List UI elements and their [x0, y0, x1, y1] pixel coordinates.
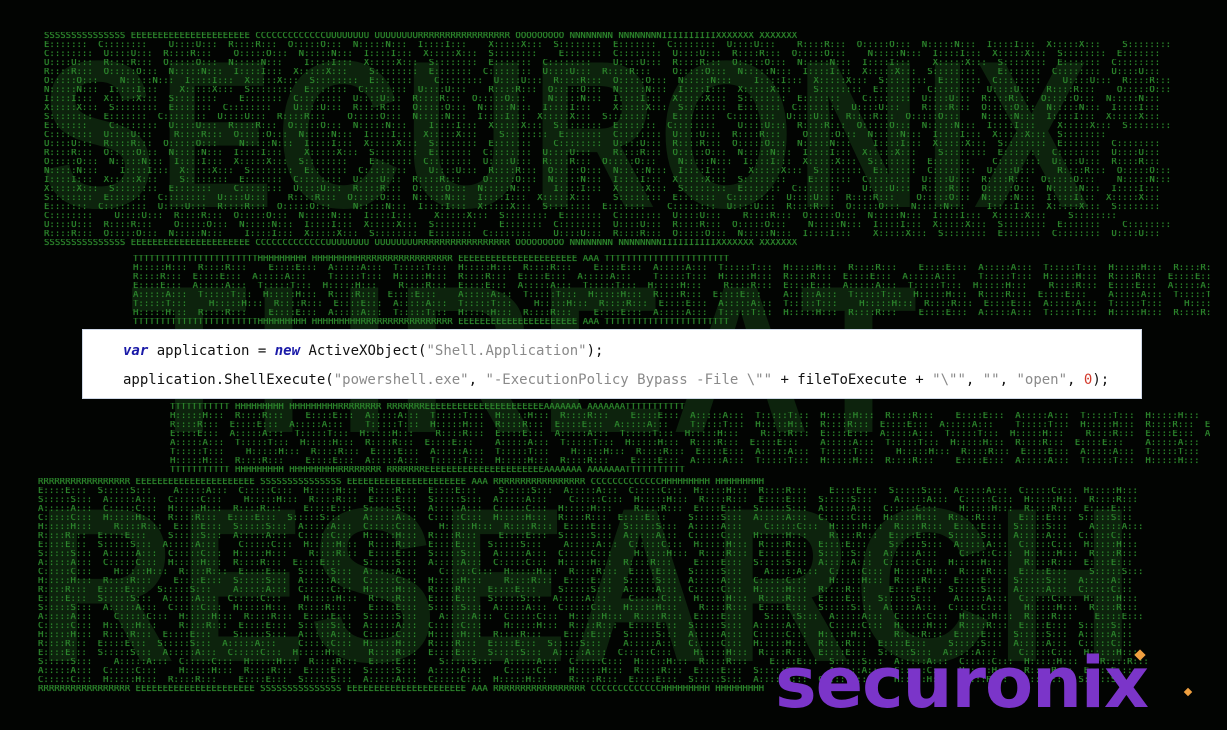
ascii-art-line: R::::R::: E::::E::: S:::::S::: A:::::A::…	[38, 532, 1155, 541]
ascii-art-line: N:::::N::: I::::I::: X:::::X::: S:::::::…	[44, 167, 1182, 176]
ascii-art-line: C:::::::: U::::U::: R::::R::: O:::::O:::…	[44, 212, 1128, 221]
code-string: "-ExecutionPolicy Bypass -File \""	[485, 372, 773, 388]
ascii-art-line: E::::::: C:::::::: U::::U::: R::::R::: O…	[44, 41, 1182, 50]
ascii-art-line: X:::::X::: S:::::::: E::::::: C:::::::: …	[44, 185, 1182, 194]
ascii-art-line: N:::::N::: I::::I::: X:::::X::: S:::::::…	[44, 86, 1182, 95]
ascii-art-line: S:::::::: E::::::: C:::::::: U::::U::: R…	[44, 113, 1172, 122]
ascii-art-line: A:::::A::: C:::::C::: H:::::H::: R::::R:…	[38, 559, 1144, 568]
ascii-art-line: A:::::A::: T:::::T::: H:::::H::: R::::R:…	[133, 291, 1210, 300]
ascii-art-line: RRRRRRRRRRRRRRRRR EEEEEEEEEEEEEEEEEEEEEE…	[38, 478, 765, 487]
ascii-art-line: T:::::T::: H:::::H::: R::::R::: E::::E::…	[133, 300, 1210, 309]
ascii-art-line: H:::::H::: R::::R::: E::::E::: S:::::S::…	[38, 577, 1155, 586]
code-text: application =	[148, 343, 275, 359]
ascii-art-line: C:::::C::: H:::::H::: R::::R::: E::::E::…	[38, 568, 1155, 577]
code-string: "Shell.Application"	[426, 343, 587, 359]
ascii-art-line: I::::I::: X:::::X::: S:::::::: E::::::: …	[44, 95, 1182, 104]
ascii-art-line: E::::::: C:::::::: U::::U::: R::::R::: O…	[44, 122, 1182, 131]
code-text: );	[1092, 372, 1110, 388]
ascii-art-line: S:::::::: E::::::: C:::::::: U::::U::: R…	[44, 194, 1172, 203]
ascii-art-line: S:::::S::: A:::::A::: C:::::C::: H:::::H…	[38, 550, 1149, 559]
ascii-art-line: X:::::X::: S:::::::: E::::::: C:::::::: …	[44, 104, 1172, 113]
ascii-art-line: R::::R::: E::::E::: A:::::A::: T:::::T::…	[133, 273, 1210, 282]
code-text: application.ShellExecute(	[123, 372, 334, 388]
ascii-art-line: C:::::::: U::::U::: R::::R::: O:::::O:::…	[44, 131, 1128, 140]
ascii-art-line: H:::::H::: R::::R::: E::::E::: A:::::A::…	[133, 309, 1210, 318]
code-keyword-var: var	[123, 343, 149, 359]
ascii-art-line: E::::E::: S:::::S::: A:::::A::: C:::::C:…	[38, 541, 1149, 550]
ascii-art-line: TTTTTTTTTTTTTTTTTTTTTTTHHHHHHHHH HHHHHHH…	[133, 318, 730, 327]
logo-spark-icon	[1183, 687, 1193, 697]
ascii-art-line: SSSSSSSSSSSSSSS EEEEEEEEEEEEEEEEEEEEEE C…	[44, 32, 798, 41]
code-keyword-new: new	[274, 343, 301, 359]
ascii-art-line: R::::R::: O:::::O::: N:::::N::: I::::I::…	[44, 230, 1182, 239]
code-text: + fileToExecute +	[772, 372, 933, 388]
ascii-art-line: S:::::S::: A:::::A::: C:::::C::: H:::::H…	[38, 496, 1149, 505]
ascii-art-line: H:::::H::: R::::R::: E::::E::: S:::::S::…	[38, 523, 1155, 532]
ascii-art-line: R::::R::: O:::::O::: N:::::N::: I::::I::…	[44, 68, 1172, 77]
code-string: "open"	[1016, 372, 1068, 388]
code-text: ,	[999, 372, 1017, 388]
ascii-art-line: A:::::A::: T:::::T::: H:::::H::: R::::R:…	[170, 439, 1210, 448]
code-line-1: var application = new ActiveXObject("She…	[123, 342, 603, 360]
ascii-art-line: I::::I::: X:::::X::: S:::::::: E::::::: …	[44, 176, 1182, 185]
ascii-art-line: C:::::C::: H:::::H::: R::::R::: E::::E::…	[38, 514, 1144, 523]
ascii-art-line: R::::R::: E::::E::: A:::::A::: T:::::T::…	[170, 421, 1210, 430]
code-snippet: var application = new ActiveXObject("She…	[82, 329, 1142, 399]
ascii-art-line: U::::U::: R::::R::: O:::::O::: N:::::N::…	[44, 140, 1182, 149]
code-text: ,	[1067, 372, 1084, 388]
code-string: "powershell.exe"	[333, 372, 469, 388]
ascii-art-line: H:::::H::: R::::R::: E::::E::: A:::::A::…	[133, 264, 1210, 273]
ascii-art-line: H:::::H::: R::::R::: E::::E::: A:::::A::…	[170, 412, 1210, 421]
banner-image: SECURONIX THREAT RESEARCH SSSSSSSSSSSSSS…	[0, 0, 1227, 730]
ascii-art-line: O:::::O::: N:::::N::: I::::I::: X:::::X:…	[44, 158, 1172, 167]
code-text: ,	[468, 372, 486, 388]
ascii-art-line: TTTTTTTTTTT HHHHHHHHH HHHHHHHHHRRRRRRRR …	[170, 403, 685, 412]
ascii-art-line: H:::::H::: R::::R::: E::::E::: S:::::S::…	[38, 631, 1144, 640]
ascii-art-line: S:::::S::: A:::::A::: C:::::C::: H:::::H…	[38, 604, 1149, 613]
code-text: ,	[965, 372, 983, 388]
code-string: ""	[982, 372, 1000, 388]
ascii-art-line: E::::E::: S:::::S::: A:::::A::: C:::::C:…	[38, 595, 1149, 604]
ascii-art-line: A:::::A::: C:::::C::: H:::::H::: R::::R:…	[38, 613, 1155, 622]
securonix-logo: securonix	[775, 642, 1149, 724]
ascii-art-line: R::::R::: E::::E::: S:::::S::: A:::::A::…	[38, 586, 1144, 595]
ascii-art-line: RRRRRRRRRRRRRRRRR EEEEEEEEEEEEEEEEEEEEEE…	[38, 685, 765, 694]
ascii-art-line: TTTTTTTTTTT HHHHHHHHH HHHHHHHHHRRRRRRRR …	[170, 466, 685, 475]
ascii-art-line: C:::::C::: H:::::H::: R::::R::: E::::E::…	[38, 622, 1155, 631]
ascii-art-line: E::::::: C:::::::: U::::U::: R::::R::: O…	[44, 203, 1172, 212]
code-text: ActiveXObject(	[300, 343, 427, 359]
ascii-art-line: C:::::::: U::::U::: R::::R::: O:::::O:::…	[44, 50, 1182, 59]
ascii-art-line: U::::U::: R::::R::: O:::::O::: N:::::N::…	[44, 221, 1182, 230]
ascii-art-line: TTTTTTTTTTTTTTTTTTTTTTTHHHHHHHHH HHHHHHH…	[133, 255, 730, 264]
ascii-art-line: E::::E::: A:::::A::: T:::::T::: H:::::H:…	[170, 430, 1210, 439]
code-line-2: application.ShellExecute("powershell.exe…	[123, 371, 1109, 389]
ascii-art-line: O:::::O::: N:::::N::: I::::I::: X:::::X:…	[44, 77, 1182, 86]
ascii-art-line: SSSSSSSSSSSSSSS EEEEEEEEEEEEEEEEEEEEEE C…	[44, 239, 798, 248]
ascii-art-line: R::::R::: O:::::O::: N:::::N::: I::::I::…	[44, 149, 1172, 158]
ascii-art-line: T:::::T::: H:::::H::: R::::R::: E::::E::…	[170, 448, 1210, 457]
ascii-art-line: E::::E::: S:::::S::: A:::::A::: C:::::C:…	[38, 487, 1160, 496]
code-text: );	[586, 343, 604, 359]
code-string: "\""	[932, 372, 966, 388]
ascii-art-line: H:::::H::: R::::R::: E::::E::: A:::::A::…	[170, 457, 1210, 466]
ascii-art-line: E::::E::: A:::::A::: T:::::T::: H:::::H:…	[133, 282, 1210, 291]
ascii-art-line: U::::U::: R::::R::: O:::::O::: N:::::N::…	[44, 59, 1172, 68]
ascii-art-line: A:::::A::: C:::::C::: H:::::H::: R::::R:…	[38, 505, 1144, 514]
